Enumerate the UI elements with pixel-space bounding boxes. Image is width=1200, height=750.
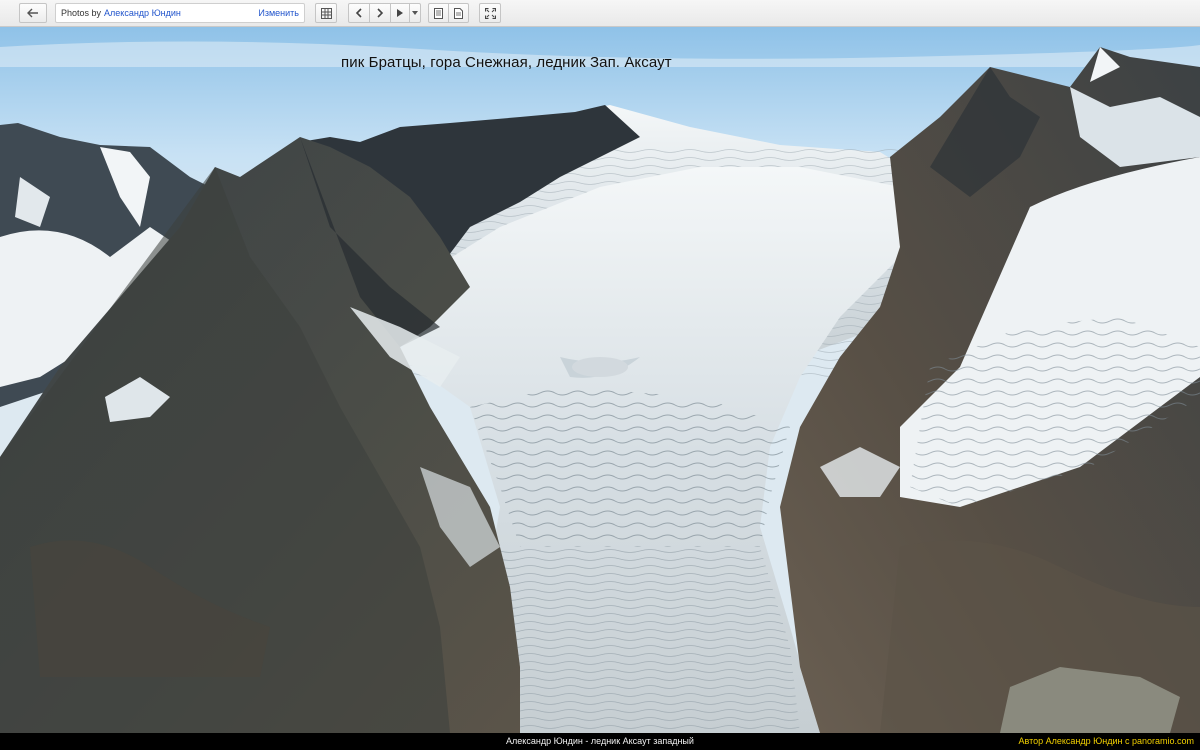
chevron-left-icon [355, 8, 362, 18]
photo-footer: Александр Юндин - ледник Аксаут западный… [0, 733, 1200, 750]
previous-photo-button[interactable] [348, 3, 370, 23]
photo-overlay-caption: пик Братцы, гора Снежная, ледник Зап. Ак… [341, 54, 672, 71]
document-icon [454, 7, 463, 19]
back-button[interactable] [19, 3, 47, 23]
viewer-toolbar: Photos by Александр Юндин Изменить [0, 0, 1200, 27]
slideshow-play-button[interactable] [390, 3, 410, 23]
attribution-text: Автор Александр Юндин с panoramio.com [1018, 736, 1195, 746]
play-icon [397, 9, 403, 17]
chevron-right-icon [377, 8, 384, 18]
back-arrow-icon [27, 8, 38, 18]
fullscreen-icon [484, 7, 496, 19]
caret-down-icon [412, 11, 418, 15]
mountain-glacier-photo [0, 27, 1200, 733]
info-panel-button[interactable] [428, 3, 449, 23]
author-link[interactable]: Александр Юндин [104, 8, 181, 18]
photos-by-label: Photos by [61, 8, 102, 18]
info-panel-icon [434, 7, 443, 19]
grid-icon [320, 7, 332, 19]
grid-view-button[interactable] [315, 3, 337, 23]
panel-group [428, 3, 469, 23]
photo-title-field: Photos by Александр Юндин Изменить [55, 3, 305, 23]
slideshow-options-dropdown[interactable] [409, 3, 421, 23]
photo-view[interactable]: пик Братцы, гора Снежная, ледник Зап. Ак… [0, 27, 1200, 733]
navigation-group [348, 3, 421, 23]
edit-link[interactable]: Изменить [258, 8, 299, 18]
fullscreen-button[interactable] [479, 3, 501, 23]
next-photo-button[interactable] [369, 3, 391, 23]
details-button[interactable] [448, 3, 469, 23]
